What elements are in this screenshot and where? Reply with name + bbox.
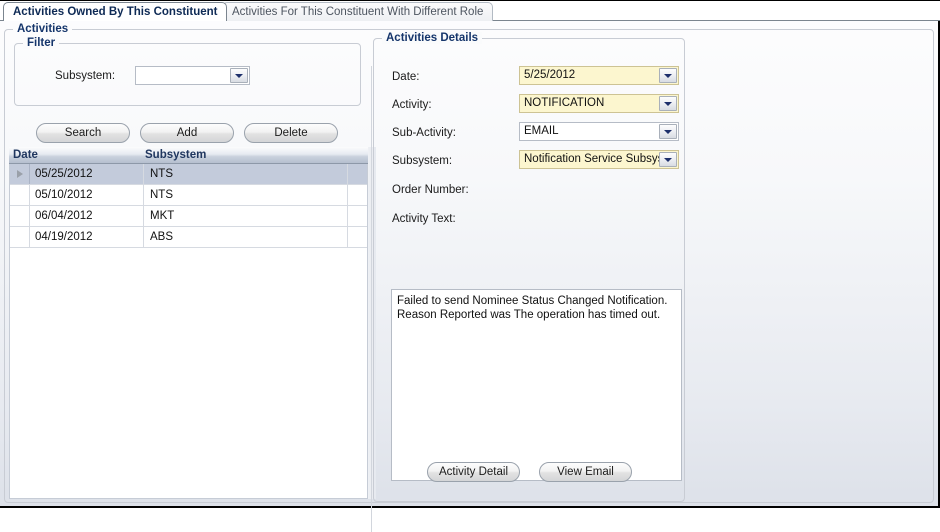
chevron-down-icon[interactable]	[659, 152, 677, 167]
details-activity-text-label: Activity Text:	[392, 213, 456, 225]
tab-activities-owned-by-this-constituent[interactable]: Activities Owned By This Constituent	[3, 2, 228, 21]
details-activity-combo[interactable]: NOTIFICATION	[519, 94, 679, 113]
cell-subsystem[interactable]: ABS	[150, 227, 173, 247]
details-subsystem-label: Subsystem:	[392, 155, 453, 167]
details-order-number-label: Order Number:	[392, 184, 469, 196]
details-activity-value[interactable]: NOTIFICATION	[520, 95, 659, 112]
grid-column-header-date[interactable]: Date	[13, 147, 38, 163]
chevron-down-icon[interactable]	[659, 68, 677, 83]
cell-date[interactable]: 05/25/2012	[35, 164, 93, 184]
activity-text-textarea[interactable]: Failed to send Nominee Status Changed No…	[391, 289, 682, 481]
details-subsystem-value[interactable]: Notification Service Subsystem	[520, 151, 659, 168]
application-window: Activities Owned By This Constituent Act…	[0, 0, 940, 532]
activities-details-group-title: Activities Details	[382, 32, 483, 44]
row-selector[interactable]	[10, 164, 30, 184]
details-date-value[interactable]: 5/25/2012	[520, 67, 659, 84]
filter-group-title: Filter	[23, 37, 60, 49]
activities-group: Activities Filter Subsystem: Search Add …	[4, 23, 934, 532]
panel-splitter[interactable]	[371, 66, 372, 532]
cell-subsystem[interactable]: NTS	[150, 185, 173, 205]
row-selector[interactable]	[10, 227, 30, 247]
cell-divider	[143, 227, 144, 247]
details-sub-activity-value[interactable]: EMAIL	[520, 123, 659, 140]
add-button[interactable]: Add	[140, 123, 234, 143]
cell-date[interactable]: 06/04/2012	[35, 206, 93, 226]
cell-date[interactable]: 05/10/2012	[35, 185, 93, 205]
row-selector[interactable]	[10, 206, 30, 226]
tab-strip: Activities Owned By This Constituent Act…	[0, 1, 940, 21]
chevron-down-icon[interactable]	[230, 68, 248, 83]
table-row[interactable]: 05/25/2012 NTS	[10, 164, 367, 185]
activities-grid-header: Date Subsystem	[9, 147, 368, 164]
cell-divider	[347, 164, 348, 184]
details-sub-activity-combo[interactable]: EMAIL	[519, 122, 679, 141]
cell-divider	[143, 185, 144, 205]
filter-subsystem-combo-value[interactable]	[136, 67, 230, 84]
table-row[interactable]: 06/04/2012 MKT	[10, 206, 367, 227]
row-indicator-triangle-icon	[17, 170, 23, 178]
cell-subsystem[interactable]: MKT	[150, 206, 174, 226]
cell-divider	[347, 206, 348, 226]
activities-grid-body[interactable]: 05/25/2012 NTS 05/10/2012 NTS 06/04/2012 MKT 0…	[9, 164, 368, 499]
chevron-down-icon[interactable]	[659, 124, 677, 139]
cell-divider	[143, 206, 144, 226]
view-email-button[interactable]: View Email	[539, 462, 632, 482]
search-button[interactable]: Search	[36, 123, 130, 143]
cell-divider	[347, 227, 348, 247]
cell-divider	[347, 185, 348, 205]
table-row[interactable]: 05/10/2012 NTS	[10, 185, 367, 206]
tab-activities-for-this-constituent-with-different-role[interactable]: Activities For This Constituent With Dif…	[222, 2, 494, 21]
details-activity-label: Activity:	[392, 99, 432, 111]
row-selector[interactable]	[10, 185, 30, 205]
filter-group: Filter Subsystem:	[14, 37, 361, 106]
details-subsystem-combo[interactable]: Notification Service Subsystem	[519, 150, 679, 169]
activity-text-line: Failed to send Nominee Status Changed No…	[397, 295, 668, 307]
table-row[interactable]: 04/19/2012 ABS	[10, 227, 367, 248]
details-date-combo[interactable]: 5/25/2012	[519, 66, 679, 85]
grid-column-header-subsystem[interactable]: Subsystem	[145, 147, 206, 163]
details-date-label: Date:	[392, 71, 420, 83]
cell-divider	[143, 164, 144, 184]
filter-subsystem-combo[interactable]	[135, 66, 250, 85]
details-sub-activity-label: Sub-Activity:	[392, 127, 456, 139]
filter-subsystem-label: Subsystem:	[55, 70, 116, 82]
cell-subsystem[interactable]: NTS	[150, 164, 173, 184]
activity-text-line: Reason Reported was The operation has ti…	[397, 309, 661, 321]
activity-detail-button[interactable]: Activity Detail	[427, 462, 520, 482]
delete-button[interactable]: Delete	[244, 123, 338, 143]
chevron-down-icon[interactable]	[659, 96, 677, 111]
activities-group-title: Activities	[13, 23, 73, 35]
cell-date[interactable]: 04/19/2012	[35, 227, 93, 247]
